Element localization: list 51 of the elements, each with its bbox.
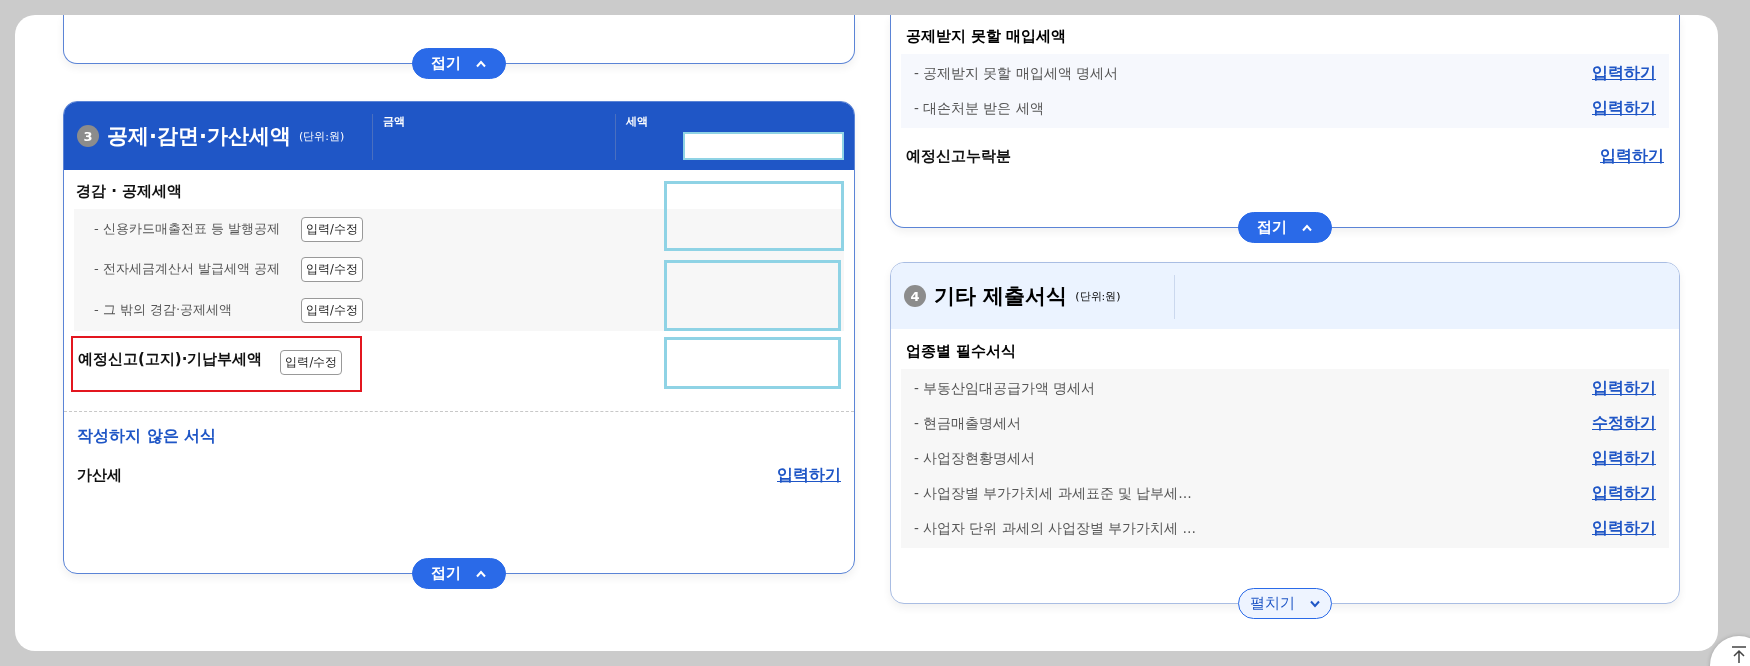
input-link[interactable]: 입력하기 [1592, 483, 1656, 504]
item-label: - 전자세금계산서 발급세액 공제 [94, 260, 282, 278]
group-title: 경감 · 공제세액 [75, 180, 184, 202]
input-link[interactable]: 입력하기 [1592, 378, 1656, 399]
item-label: - 대손처분 받은 세액 [914, 99, 1044, 118]
amount-input-field[interactable] [664, 181, 844, 251]
column-header: 금액 [383, 114, 406, 129]
column-header: 세액 [626, 114, 649, 129]
highlight-frame: 예정신고(고지)·기납부세액 입력/수정 [71, 336, 362, 392]
input-link[interactable]: 입력하기 [1592, 448, 1656, 469]
fold-button[interactable]: 접기 [412, 48, 506, 79]
item-label: - 사업자 단위 과세의 사업장별 부가가치세 … [914, 519, 1197, 538]
amount-input-field[interactable] [664, 260, 841, 331]
section-number: 3 [77, 125, 99, 147]
input-link[interactable]: 입력하기 [1592, 518, 1656, 539]
input-link[interactable]: 수정하기 [1592, 413, 1656, 434]
input-link[interactable]: 입력하기 [1600, 145, 1664, 167]
unit-label: (단위:원) [1075, 288, 1121, 304]
caret-up-icon [1301, 223, 1313, 232]
edit-button[interactable]: 입력/수정 [301, 216, 363, 242]
section-title: 공제·감면·가산세액 [107, 123, 291, 150]
unit-label: (단위:원) [298, 128, 345, 144]
item-label: - 사업장별 부가가치세 과세표준 및 납부세… [914, 484, 1192, 503]
fold-button[interactable]: 접기 [412, 558, 506, 589]
fold-button[interactable]: 펼치기 [1238, 588, 1332, 619]
item-label: - 공제받지 못할 매입세액 명세서 [914, 64, 1119, 83]
amount-input-field[interactable] [664, 337, 841, 389]
row-label: 가산세 [77, 465, 122, 485]
caret-up-icon [475, 569, 487, 578]
group-title: 업종별 필수서식 [905, 340, 1018, 362]
edit-button[interactable]: 입력/수정 [301, 256, 363, 282]
edit-button[interactable]: 입력/수정 [280, 350, 343, 375]
item-label: - 신용카드매출전표 등 발행공제 [94, 220, 282, 238]
caret-up-icon [475, 59, 487, 68]
item-label: - 현금매출명세서 [914, 414, 1022, 433]
item-label: - 사업장현황명세서 [914, 449, 1036, 468]
row-label: 예정신고누락분 [906, 146, 1011, 166]
input-link[interactable]: 입력하기 [1592, 63, 1656, 84]
edit-button[interactable]: 입력/수정 [301, 297, 363, 323]
fold-button[interactable]: 접기 [1238, 212, 1332, 243]
input-link[interactable]: 입력하기 [777, 464, 841, 486]
section-subtitle: 작성하지 않은 서식 [76, 425, 218, 447]
tax-input-field[interactable] [683, 132, 844, 160]
arrow-up-icon [1731, 646, 1747, 664]
caret-down-icon [1308, 599, 1321, 608]
item-label: - 부동산임대공급가액 명세서 [914, 379, 1096, 398]
item-label: - 그 밖의 경감·공제세액 [94, 301, 234, 319]
group-title: 공제받지 못할 매입세액 [905, 25, 1068, 47]
section-number: 4 [904, 285, 926, 307]
section-title: 기타 제출서식 [934, 283, 1068, 310]
input-link[interactable]: 입력하기 [1592, 98, 1656, 119]
